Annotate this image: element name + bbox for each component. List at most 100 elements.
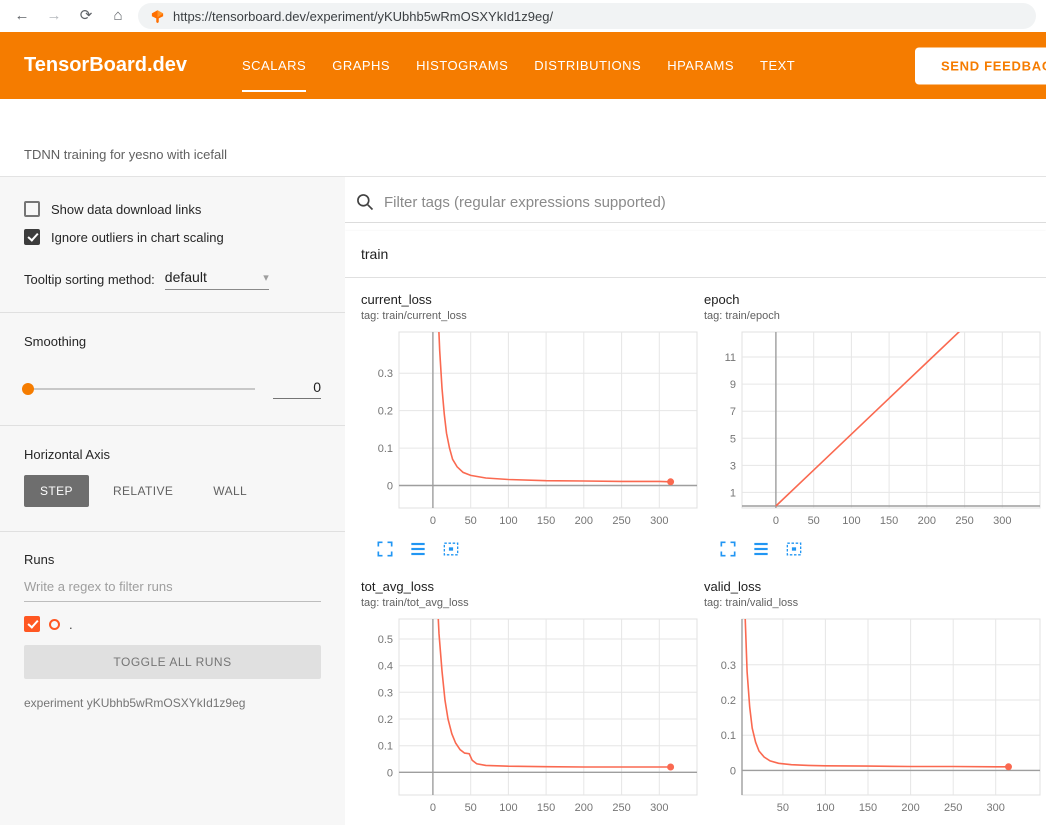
svg-text:0.1: 0.1	[721, 730, 736, 742]
chart-title: valid_loss	[704, 579, 1045, 594]
smoothing-slider-thumb[interactable]	[22, 383, 34, 395]
svg-text:50: 50	[465, 515, 477, 527]
ignore-outliers-row: Ignore outliers in chart scaling	[24, 229, 321, 245]
chart-fit-domain-icon[interactable]	[441, 539, 461, 559]
app-header: TensorBoard.dev SCALARS GRAPHS HISTOGRAM…	[0, 32, 1046, 99]
svg-text:300: 300	[650, 802, 668, 814]
svg-text:0.4: 0.4	[378, 661, 393, 673]
experiment-id-note: experiment yKUbhb5wRmOSXYkId1z9eg	[24, 696, 321, 710]
tag-group-title: train	[361, 246, 388, 262]
svg-text:5: 5	[730, 433, 736, 445]
svg-text:1: 1	[730, 487, 736, 499]
send-feedback-button[interactable]: SEND FEEDBACK	[915, 47, 1046, 84]
run-name: .	[69, 617, 73, 632]
back-icon[interactable]: ←	[10, 4, 34, 28]
svg-text:200: 200	[575, 802, 593, 814]
chart-card-epoch: epoch tag: train/epoch 05010015020025030…	[704, 292, 1045, 559]
svg-text:0.3: 0.3	[721, 660, 736, 672]
run-color-swatch	[49, 619, 60, 630]
svg-text:0: 0	[387, 481, 393, 493]
svg-text:0: 0	[430, 802, 436, 814]
chart-tag: tag: train/tot_avg_loss	[361, 597, 702, 609]
tab-graphs[interactable]: GRAPHS	[319, 32, 403, 99]
tooltip-sorting-label: Tooltip sorting method:	[24, 272, 155, 290]
svg-text:0.5: 0.5	[378, 634, 393, 646]
smoothing-section: Smoothing 0	[24, 313, 321, 425]
svg-text:100: 100	[499, 802, 517, 814]
run-list-item: .	[24, 616, 321, 632]
chart-plot[interactable]: 05010015020025030000.10.20.30.40.5	[361, 615, 701, 820]
show-download-links-checkbox[interactable]	[24, 201, 40, 217]
address-bar[interactable]: https://tensorboard.dev/experiment/yKUbh…	[138, 3, 1036, 29]
svg-text:0.3: 0.3	[378, 687, 393, 699]
chart-plot[interactable]: 5010015020025030000.10.20.3	[704, 615, 1044, 820]
svg-text:150: 150	[859, 802, 877, 814]
tab-scalars[interactable]: SCALARS	[229, 32, 319, 99]
chart-toolbar	[718, 539, 1045, 559]
tag-group-card: train current_loss tag: train/current_lo…	[345, 231, 1046, 825]
smoothing-value-input[interactable]: 0	[273, 379, 321, 399]
ignore-outliers-label: Ignore outliers in chart scaling	[51, 230, 224, 245]
tooltip-sorting-dropdown[interactable]: default ▾	[165, 269, 269, 290]
svg-text:7: 7	[730, 406, 736, 418]
svg-text:300: 300	[650, 515, 668, 527]
tensorboard-favicon	[150, 9, 165, 24]
chart-expand-icon[interactable]	[375, 539, 395, 559]
main-panel: train current_loss tag: train/current_lo…	[345, 177, 1046, 825]
svg-text:50: 50	[777, 802, 789, 814]
axis-wall-button[interactable]: WALL	[197, 475, 263, 507]
home-icon[interactable]: ⌂	[106, 4, 130, 28]
tab-hparams[interactable]: HPARAMS	[654, 32, 747, 99]
settings-sidebar: Show data download links Ignore outliers…	[0, 177, 345, 825]
url-text: https://tensorboard.dev/experiment/yKUbh…	[173, 9, 553, 24]
svg-text:0.1: 0.1	[378, 443, 393, 455]
tag-filter-input[interactable]	[384, 194, 1034, 211]
experiment-subheader: TDNN training for yesno with icefall	[0, 99, 1046, 177]
axis-relative-button[interactable]: RELATIVE	[97, 475, 189, 507]
horizontal-axis-label: Horizontal Axis	[24, 447, 321, 462]
chart-card-tot-avg-loss: tot_avg_loss tag: train/tot_avg_loss 050…	[361, 579, 702, 825]
svg-text:0.2: 0.2	[378, 714, 393, 726]
runs-filter-input[interactable]	[24, 567, 321, 602]
brand-title: TensorBoard.dev	[24, 54, 187, 77]
svg-text:0.1: 0.1	[378, 741, 393, 753]
chart-tag: tag: train/current_loss	[361, 310, 702, 322]
smoothing-slider[interactable]	[24, 388, 255, 390]
axis-step-button[interactable]: STEP	[24, 475, 89, 507]
run-checkbox[interactable]	[24, 616, 40, 632]
tab-histograms[interactable]: HISTOGRAMS	[403, 32, 521, 99]
svg-text:0: 0	[773, 515, 779, 527]
tag-group-header[interactable]: train	[345, 231, 1046, 278]
svg-text:9: 9	[730, 379, 736, 391]
chart-fit-domain-icon[interactable]	[784, 539, 804, 559]
chart-data-table-icon[interactable]	[751, 539, 771, 559]
chart-title: epoch	[704, 292, 1045, 307]
tab-text[interactable]: TEXT	[747, 32, 808, 99]
svg-text:50: 50	[808, 515, 820, 527]
chart-data-table-icon[interactable]	[408, 539, 428, 559]
show-download-links-row: Show data download links	[24, 201, 321, 217]
svg-text:250: 250	[955, 515, 973, 527]
search-icon	[355, 192, 375, 212]
tooltip-sorting-value: default	[165, 269, 207, 285]
charts-grid: current_loss tag: train/current_loss 050…	[345, 278, 1046, 825]
chart-toolbar	[375, 539, 702, 559]
experiment-title: TDNN training for yesno with icefall	[24, 147, 227, 162]
toggle-all-runs-button[interactable]: TOGGLE ALL RUNS	[24, 645, 321, 679]
svg-text:11: 11	[725, 352, 736, 364]
forward-icon[interactable]: →	[42, 4, 66, 28]
chart-plot[interactable]: 05010015020025030000.10.20.3	[361, 328, 701, 533]
chart-title: current_loss	[361, 292, 702, 307]
chart-expand-icon[interactable]	[718, 539, 738, 559]
tab-distributions[interactable]: DISTRIBUTIONS	[521, 32, 654, 99]
reload-icon[interactable]: ⟳	[74, 4, 98, 28]
runs-label: Runs	[24, 552, 321, 567]
tooltip-sorting-row: Tooltip sorting method: default ▾	[24, 269, 321, 312]
svg-text:150: 150	[880, 515, 898, 527]
tag-filter-row	[345, 187, 1046, 223]
chart-plot[interactable]: 0501001502002503001357911	[704, 328, 1044, 533]
svg-text:0.2: 0.2	[378, 406, 393, 418]
svg-text:0.3: 0.3	[378, 368, 393, 380]
svg-text:200: 200	[918, 515, 936, 527]
ignore-outliers-checkbox[interactable]	[24, 229, 40, 245]
